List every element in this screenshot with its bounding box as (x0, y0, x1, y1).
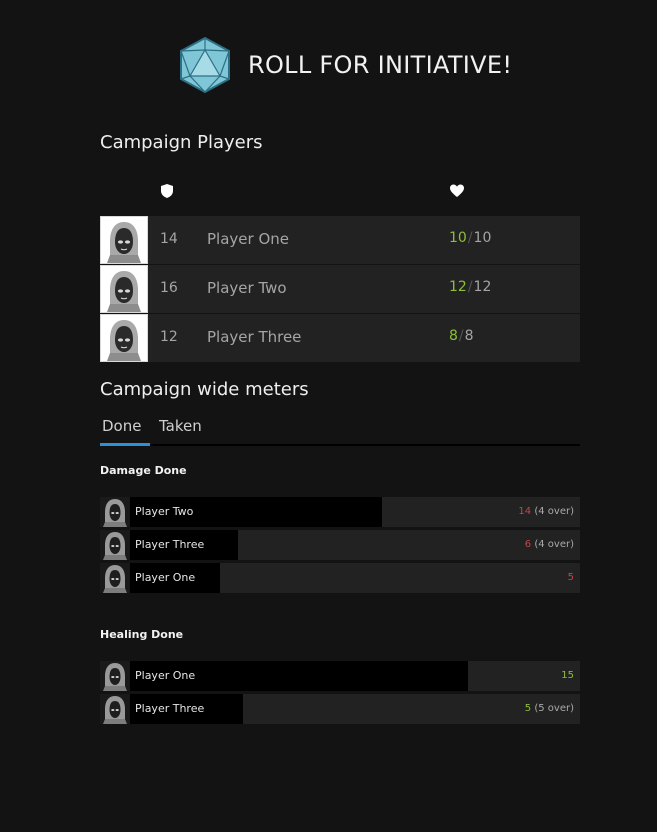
player-name: Player Two (207, 279, 287, 297)
meter-row: Player Two 14 (4 over) (100, 497, 580, 527)
meter-player-name: Player Three (135, 702, 205, 715)
players-table: 14 Player One 10/10 16 Player Two 12/12 (100, 216, 580, 363)
player-name: Player Three (207, 328, 302, 346)
player-portrait (100, 216, 148, 264)
player-hp: 10/10 (449, 230, 491, 246)
overheal-amount: (5 over) (534, 703, 574, 714)
player-avatar (100, 530, 130, 560)
hp-max: 8 (464, 328, 474, 344)
app-title: ROLL FOR INITIATIVE! (248, 51, 513, 79)
player-portrait (100, 265, 148, 313)
player-avatar (100, 563, 130, 593)
meter-track: Player One 5 (130, 563, 580, 593)
hp-separator: / (458, 328, 464, 344)
damage-amount: 14 (518, 506, 532, 517)
hooded-figure-icon (100, 530, 130, 560)
player-portrait (100, 314, 148, 362)
meter-value: 15 (561, 670, 574, 681)
tab-taken[interactable]: Taken (159, 417, 202, 435)
hp-current: 12 (449, 279, 467, 295)
players-section-title: Campaign Players (100, 132, 263, 153)
meter-track: Player One 15 (130, 661, 580, 691)
meter-row: Player Three 5 (5 over) (100, 694, 580, 724)
healing-done-meters: Player One 15 Player Three 5 (5 over) (100, 661, 580, 727)
player-row[interactable]: 14 Player One 10/10 (100, 216, 580, 265)
meter-value: 5 (5 over) (525, 703, 574, 714)
active-tab-indicator (100, 443, 150, 446)
player-avatar (100, 497, 130, 527)
meter-player-name: Player Two (135, 505, 194, 518)
hp-max: 12 (473, 279, 492, 295)
player-hp: 8/8 (449, 328, 474, 344)
hp-separator: / (467, 279, 473, 295)
d20-dice-icon (180, 36, 230, 94)
meter-track: Player Three 5 (5 over) (130, 694, 580, 724)
player-name: Player One (207, 230, 289, 248)
damage-amount: 5 (567, 572, 574, 583)
meter-value: 14 (4 over) (518, 506, 574, 517)
meter-player-name: Player One (135, 571, 196, 584)
healing-done-title: Healing Done (100, 628, 184, 641)
meter-value: 5 (568, 572, 574, 583)
shield-icon (161, 184, 173, 198)
meter-player-name: Player One (135, 669, 196, 682)
hp-max: 10 (473, 230, 492, 246)
hooded-figure-icon (101, 217, 147, 263)
app-header: ROLL FOR INITIATIVE! (178, 36, 512, 94)
page: ROLL FOR INITIATIVE! Campaign Players 14… (0, 0, 657, 832)
initiative-value: 14 (160, 231, 178, 247)
damage-done-meters: Player Two 14 (4 over) Player Three 6 (4… (100, 497, 580, 596)
player-row[interactable]: 12 Player Three 8/8 (100, 314, 580, 363)
initiative-value: 16 (160, 280, 178, 296)
hp-separator: / (467, 230, 473, 246)
player-avatar (100, 661, 130, 691)
healing-amount: 5 (524, 703, 532, 714)
meter-row: Player Three 6 (4 over) (100, 530, 580, 560)
meter-value: 6 (4 over) (525, 539, 574, 550)
meters-section-title: Campaign wide meters (100, 379, 309, 400)
player-hp: 12/12 (449, 279, 491, 295)
tab-done[interactable]: Done (102, 417, 141, 435)
meter-row: Player One 15 (100, 661, 580, 691)
heart-icon (450, 184, 464, 197)
hooded-figure-icon (101, 266, 147, 312)
player-row[interactable]: 16 Player Two 12/12 (100, 265, 580, 314)
hp-current: 10 (449, 230, 467, 246)
meter-track: Player Two 14 (4 over) (130, 497, 580, 527)
player-avatar (100, 694, 130, 724)
hooded-figure-icon (100, 694, 130, 724)
meter-row: Player One 5 (100, 563, 580, 593)
overkill-amount: (4 over) (534, 539, 574, 550)
healing-amount: 15 (561, 670, 574, 681)
hooded-figure-icon (100, 563, 130, 593)
meter-track: Player Three 6 (4 over) (130, 530, 580, 560)
overkill-amount: (4 over) (534, 506, 574, 517)
hp-current: 8 (449, 328, 458, 344)
damage-done-title: Damage Done (100, 464, 187, 477)
hooded-figure-icon (101, 315, 147, 361)
initiative-value: 12 (160, 329, 178, 345)
meters-tabs: Done Taken (100, 414, 580, 446)
meter-player-name: Player Three (135, 538, 205, 551)
hooded-figure-icon (100, 661, 130, 691)
damage-amount: 6 (524, 539, 532, 550)
hooded-figure-icon (100, 497, 130, 527)
